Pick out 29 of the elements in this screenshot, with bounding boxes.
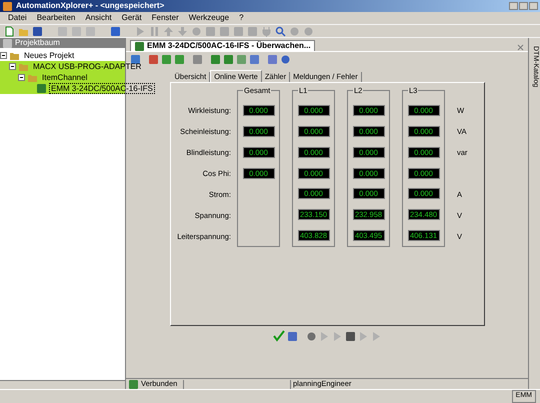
expander-icon[interactable] [9,63,16,70]
menu-item[interactable]: Datei [8,12,27,24]
document-tab[interactable]: EMM 3-24DC/500AC-16-IFS - Überwachen... [130,40,315,51]
minimize-button[interactable] [509,2,518,10]
close-icon[interactable] [517,44,524,51]
arrow-down-icon[interactable] [177,26,188,36]
menu-item[interactable]: Bearbeiten [36,12,76,24]
panel-title: Projektbaum [15,37,60,49]
menu-item[interactable]: Werkzeuge [188,12,230,24]
circle-icon[interactable] [191,26,202,36]
arrow-up-icon[interactable] [163,26,174,36]
plug-icon[interactable] [261,26,272,36]
pause-icon[interactable] [149,26,160,36]
expander-icon[interactable] [18,74,25,81]
window-title: AutomationXplorer+ - <ungespeichert> [16,0,164,12]
menu-item[interactable]: Gerät [122,12,142,24]
expander-icon[interactable] [0,52,7,59]
app-icon [2,0,13,12]
menu-item[interactable]: Ansicht [85,12,112,24]
tree-item[interactable]: Neues Projekt [22,50,76,61]
checkmark-icon[interactable] [272,330,284,342]
tree-item[interactable]: ItemChannel [40,72,90,83]
stop-icon[interactable] [344,330,356,342]
close-button[interactable] [529,2,538,10]
menu-item[interactable]: ? [239,12,244,24]
search-icon[interactable] [275,26,286,36]
horizontal-scrollbar[interactable] [0,380,125,389]
menu-item[interactable]: Fenster [152,12,179,24]
maximize-button[interactable] [519,2,528,10]
